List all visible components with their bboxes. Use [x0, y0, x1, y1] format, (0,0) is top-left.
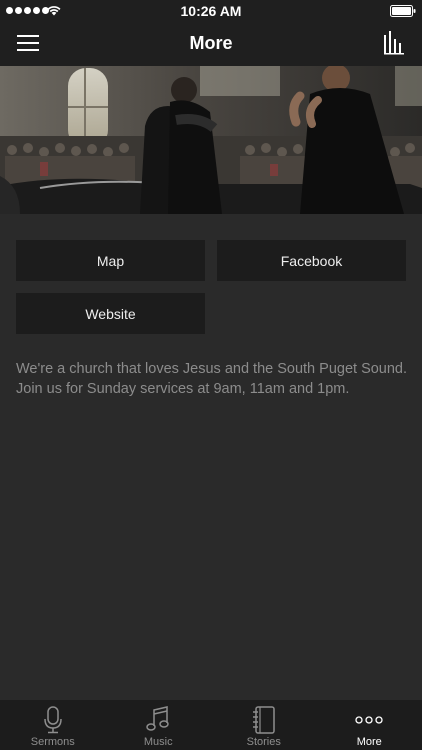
music-note-icon [146, 706, 169, 731]
page-title: More [189, 33, 233, 53]
tab-bar: Sermons Music Stories More [0, 700, 422, 750]
more-dots-icon [355, 716, 383, 724]
navigation-bar: More [0, 22, 422, 66]
microphone-icon [44, 706, 62, 734]
status-bar: 10:26 AM [0, 0, 422, 22]
website-button[interactable]: Website [16, 293, 205, 334]
tab-music[interactable]: Music [106, 700, 212, 750]
audio-bars-icon[interactable] [384, 31, 404, 55]
tab-label-stories: Stories [246, 736, 281, 748]
tab-more[interactable]: More [317, 700, 422, 750]
tab-label-sermons: Sermons [30, 736, 75, 748]
church-description: We're a church that loves Jesus and the … [16, 361, 408, 397]
tab-label-more: More [356, 736, 382, 748]
hero-image [0, 66, 422, 214]
tab-label-music: Music [143, 736, 173, 748]
map-button[interactable]: Map [16, 240, 205, 281]
status-time: 10:26 AM [180, 3, 242, 19]
battery-icon [390, 5, 416, 17]
tab-sermons[interactable]: Sermons [0, 700, 106, 750]
tab-stories[interactable]: Stories [211, 700, 317, 750]
facebook-button[interactable]: Facebook [217, 240, 406, 281]
notebook-icon [252, 706, 275, 734]
